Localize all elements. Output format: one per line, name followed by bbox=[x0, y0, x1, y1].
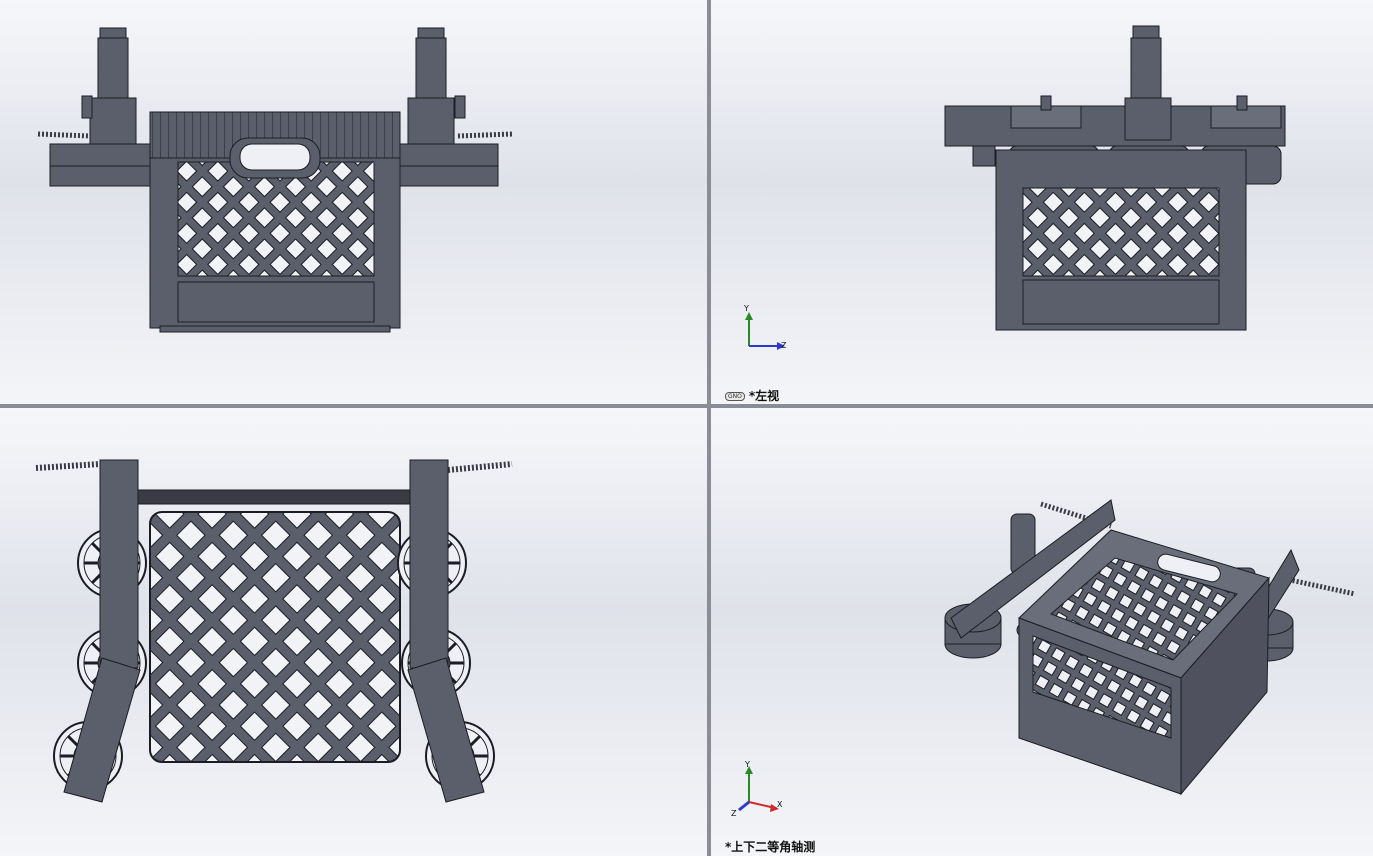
motor-left bbox=[81, 27, 137, 145]
viewport-top[interactable] bbox=[0, 408, 707, 856]
left-view-model bbox=[745, 25, 1286, 350]
viewport-label: GNO *左视 bbox=[725, 387, 779, 404]
isometric-view-model bbox=[738, 499, 1356, 812]
viewport-front[interactable] bbox=[0, 0, 707, 404]
triad-y-label: Y bbox=[745, 760, 750, 769]
crate-front bbox=[149, 111, 401, 333]
triad-y-label: Y bbox=[744, 304, 749, 313]
viewport-isometric[interactable]: Y X Z *上下二等角轴测 bbox=[711, 408, 1373, 856]
viewport-label: *上下二等角轴测 bbox=[725, 840, 816, 854]
front-view-model bbox=[37, 27, 513, 333]
triad-z-label: Z bbox=[781, 341, 787, 350]
viewport-left[interactable]: Y Z GNO *左视 bbox=[711, 0, 1373, 404]
triad-x-label: X bbox=[777, 800, 783, 809]
triad-z-label: Z bbox=[731, 809, 737, 818]
link-icon[interactable]: GNO bbox=[725, 392, 745, 401]
top-view-model bbox=[35, 459, 513, 803]
motor-right bbox=[407, 27, 466, 145]
axis-triad bbox=[745, 312, 785, 350]
axis-triad bbox=[738, 766, 779, 812]
